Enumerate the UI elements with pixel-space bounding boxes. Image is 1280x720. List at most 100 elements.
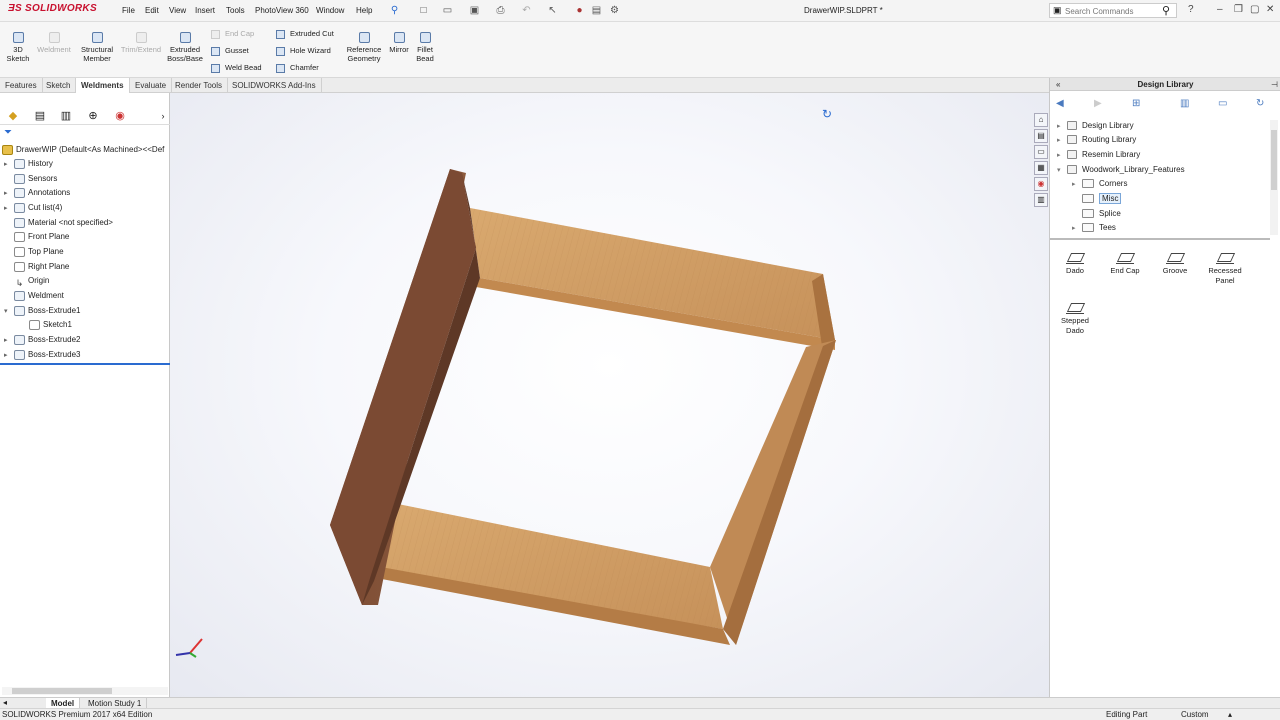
search-commands-field[interactable]: ▣ Search Commands ⚲ [1049, 3, 1177, 18]
library-item-routing-library[interactable]: ▸ Routing Library [1057, 133, 1136, 147]
undo-icon[interactable]: ↶ [521, 5, 532, 16]
library-item-design-library[interactable]: ▸ Design Library [1057, 119, 1134, 133]
tree-item-history[interactable]: ▸ History [4, 157, 53, 171]
custom-properties-icon[interactable]: ▥ [1034, 193, 1048, 207]
add-file-location-icon[interactable]: ▥ [1180, 98, 1189, 109]
menu-tools[interactable]: Tools [226, 6, 245, 15]
units-selector[interactable]: Custom [1181, 710, 1209, 719]
structural-member-button[interactable]: Structural Member [78, 32, 116, 63]
filter-icon[interactable]: ⏷ [4, 127, 12, 138]
weldment-button[interactable]: Weldment [36, 32, 72, 54]
expand-arrow-icon[interactable]: ▸ [1057, 120, 1067, 134]
tree-item-sensors[interactable]: Sensors [4, 172, 57, 186]
library-feature-recessed-panel[interactable]: Recessed Panel [1203, 250, 1247, 286]
expand-arrow-icon[interactable]: ▸ [1057, 149, 1067, 163]
menu-window[interactable]: Window [316, 6, 344, 15]
reference-geometry-button[interactable]: Reference Geometry [345, 32, 383, 63]
extruded-boss-button[interactable]: Extruded Boss/Base [166, 32, 204, 63]
expand-arrow-icon[interactable]: ▸ [1057, 134, 1067, 148]
design-library-icon[interactable]: ▤ [1034, 129, 1048, 143]
property-manager-tab-icon[interactable]: ▤ [33, 109, 47, 123]
hole-wizard-button[interactable]: Hole Wizard [276, 46, 331, 56]
tab-evaluate[interactable]: Evaluate [130, 78, 173, 93]
menu-view[interactable]: View [169, 6, 186, 15]
forward-arrow-icon[interactable]: ▶ [1094, 98, 1102, 109]
menu-help[interactable]: Help [356, 6, 372, 15]
scroll-thumb[interactable] [12, 688, 112, 694]
feature-manager-tab-icon[interactable]: ◆ [6, 109, 20, 123]
expand-arrow-icon[interactable]: ▸ [1072, 222, 1082, 236]
end-cap-button[interactable]: End Cap [211, 29, 254, 39]
library-folder-tees[interactable]: ▸ Tees [1072, 221, 1116, 235]
tree-item-sketch1[interactable]: Sketch1 [19, 318, 72, 332]
tab-features[interactable]: Features [0, 78, 43, 93]
tree-item-material[interactable]: Material <not specified> [4, 216, 113, 230]
expand-arrow-icon[interactable]: ▸ [4, 202, 14, 216]
drawer-model[interactable] [170, 93, 1049, 697]
expand-tabs-arrow-icon[interactable]: › [156, 109, 170, 123]
collapse-panel-icon[interactable]: « [1056, 78, 1060, 91]
3d-sketch-button[interactable]: 3D Sketch [4, 32, 32, 63]
pin-panel-icon[interactable]: ⊣ [1271, 78, 1278, 91]
search-scope-icon[interactable]: ▣ [1053, 5, 1062, 16]
minimize-icon[interactable]: – [1217, 4, 1223, 15]
dimxpert-tab-icon[interactable]: ⊕ [86, 109, 100, 123]
help-question-icon[interactable]: ? [1188, 4, 1194, 15]
save-icon[interactable]: ▣ [469, 5, 480, 16]
configuration-manager-tab-icon[interactable]: ▥ [59, 109, 73, 123]
library-item-resemin-library[interactable]: ▸ Resemin Library [1057, 148, 1140, 162]
trim-extend-button[interactable]: Trim/Extend [120, 32, 162, 54]
library-feature-stepped-dado[interactable]: Stepped Dado [1053, 300, 1097, 336]
restore-icon[interactable]: ❐ [1234, 4, 1243, 15]
file-properties-icon[interactable]: ▤ [591, 5, 602, 16]
tree-item-boss-extrude2[interactable]: ▸ Boss-Extrude2 [4, 333, 80, 347]
open-folder-icon[interactable]: ▭ [442, 5, 453, 16]
restore-doc-icon[interactable]: ▢ [1250, 4, 1259, 15]
display-manager-tab-icon[interactable]: ◉ [113, 109, 127, 123]
rebuild-icon[interactable]: ● [574, 5, 585, 16]
tab-sketch[interactable]: Sketch [41, 78, 77, 93]
library-feature-groove[interactable]: Groove [1153, 250, 1197, 276]
chamfer-button[interactable]: Chamfer [276, 63, 319, 73]
file-explorer-icon[interactable]: ▭ [1034, 145, 1048, 159]
library-feature-end-cap[interactable]: End Cap [1103, 250, 1147, 276]
extruded-cut-button[interactable]: Extruded Cut [276, 29, 334, 39]
tree-item-cut-list[interactable]: ▸ Cut list(4) [4, 201, 62, 215]
solidworks-resources-icon[interactable]: ⌂ [1034, 113, 1048, 127]
tree-item-boss-extrude3[interactable]: ▸ Boss-Extrude3 [4, 348, 80, 362]
tree-item-boss-extrude1[interactable]: ▾ Boss-Extrude1 [4, 304, 80, 318]
units-dropdown-icon[interactable]: ▴ [1228, 710, 1232, 719]
close-icon[interactable]: ✕ [1266, 4, 1274, 15]
library-item-woodwork-features[interactable]: ▾ Woodwork_Library_Features [1057, 163, 1185, 177]
new-document-icon[interactable]: □ [418, 5, 429, 16]
expand-arrow-icon[interactable]: ▸ [4, 158, 14, 172]
menu-file[interactable]: File [122, 6, 135, 15]
menu-photoview[interactable]: PhotoView 360 [255, 6, 309, 15]
expand-arrow-icon[interactable]: ▸ [4, 349, 14, 363]
back-arrow-icon[interactable]: ◀ [1056, 98, 1064, 109]
library-folder-corners[interactable]: ▸ Corners [1072, 177, 1127, 191]
rollback-bar[interactable] [0, 363, 170, 365]
graphics-area[interactable]: ⚲ ⚲ ⚲ ⤺ ◧ ◫ ◨ ◈ ◉ ◉ ▭ ↻ [170, 93, 1049, 697]
tab-render-tools[interactable]: Render Tools [170, 78, 228, 93]
fillet-bead-button[interactable]: Fillet Bead [413, 32, 437, 63]
pin-icon[interactable]: ⚲ [389, 5, 400, 16]
refresh-icon[interactable]: ↻ [1256, 98, 1264, 109]
print-icon[interactable]: ⎙ [495, 5, 506, 16]
tree-item-weldment[interactable]: Weldment [4, 289, 64, 303]
scroll-thumb[interactable] [1271, 130, 1277, 190]
library-splitter[interactable] [1050, 238, 1270, 240]
tab-weldments[interactable]: Weldments [76, 78, 130, 93]
menu-insert[interactable]: Insert [195, 6, 215, 15]
tree-root-part[interactable]: DrawerWIP (Default<As Machined><<Def [2, 143, 164, 157]
expand-arrow-icon[interactable]: ▸ [4, 334, 14, 348]
library-scrollbar[interactable] [1270, 120, 1278, 235]
tree-item-origin[interactable]: ↳ Origin [4, 274, 50, 288]
tree-item-right-plane[interactable]: Right Plane [4, 260, 69, 274]
library-folder-misc[interactable]: Misc [1072, 192, 1122, 206]
horizontal-scrollbar[interactable] [2, 687, 168, 695]
create-new-folder-icon[interactable]: ▭ [1218, 98, 1227, 109]
tree-item-front-plane[interactable]: Front Plane [4, 230, 69, 244]
search-icon[interactable]: ⚲ [1162, 4, 1170, 17]
expand-arrow-icon[interactable]: ▸ [4, 187, 14, 201]
